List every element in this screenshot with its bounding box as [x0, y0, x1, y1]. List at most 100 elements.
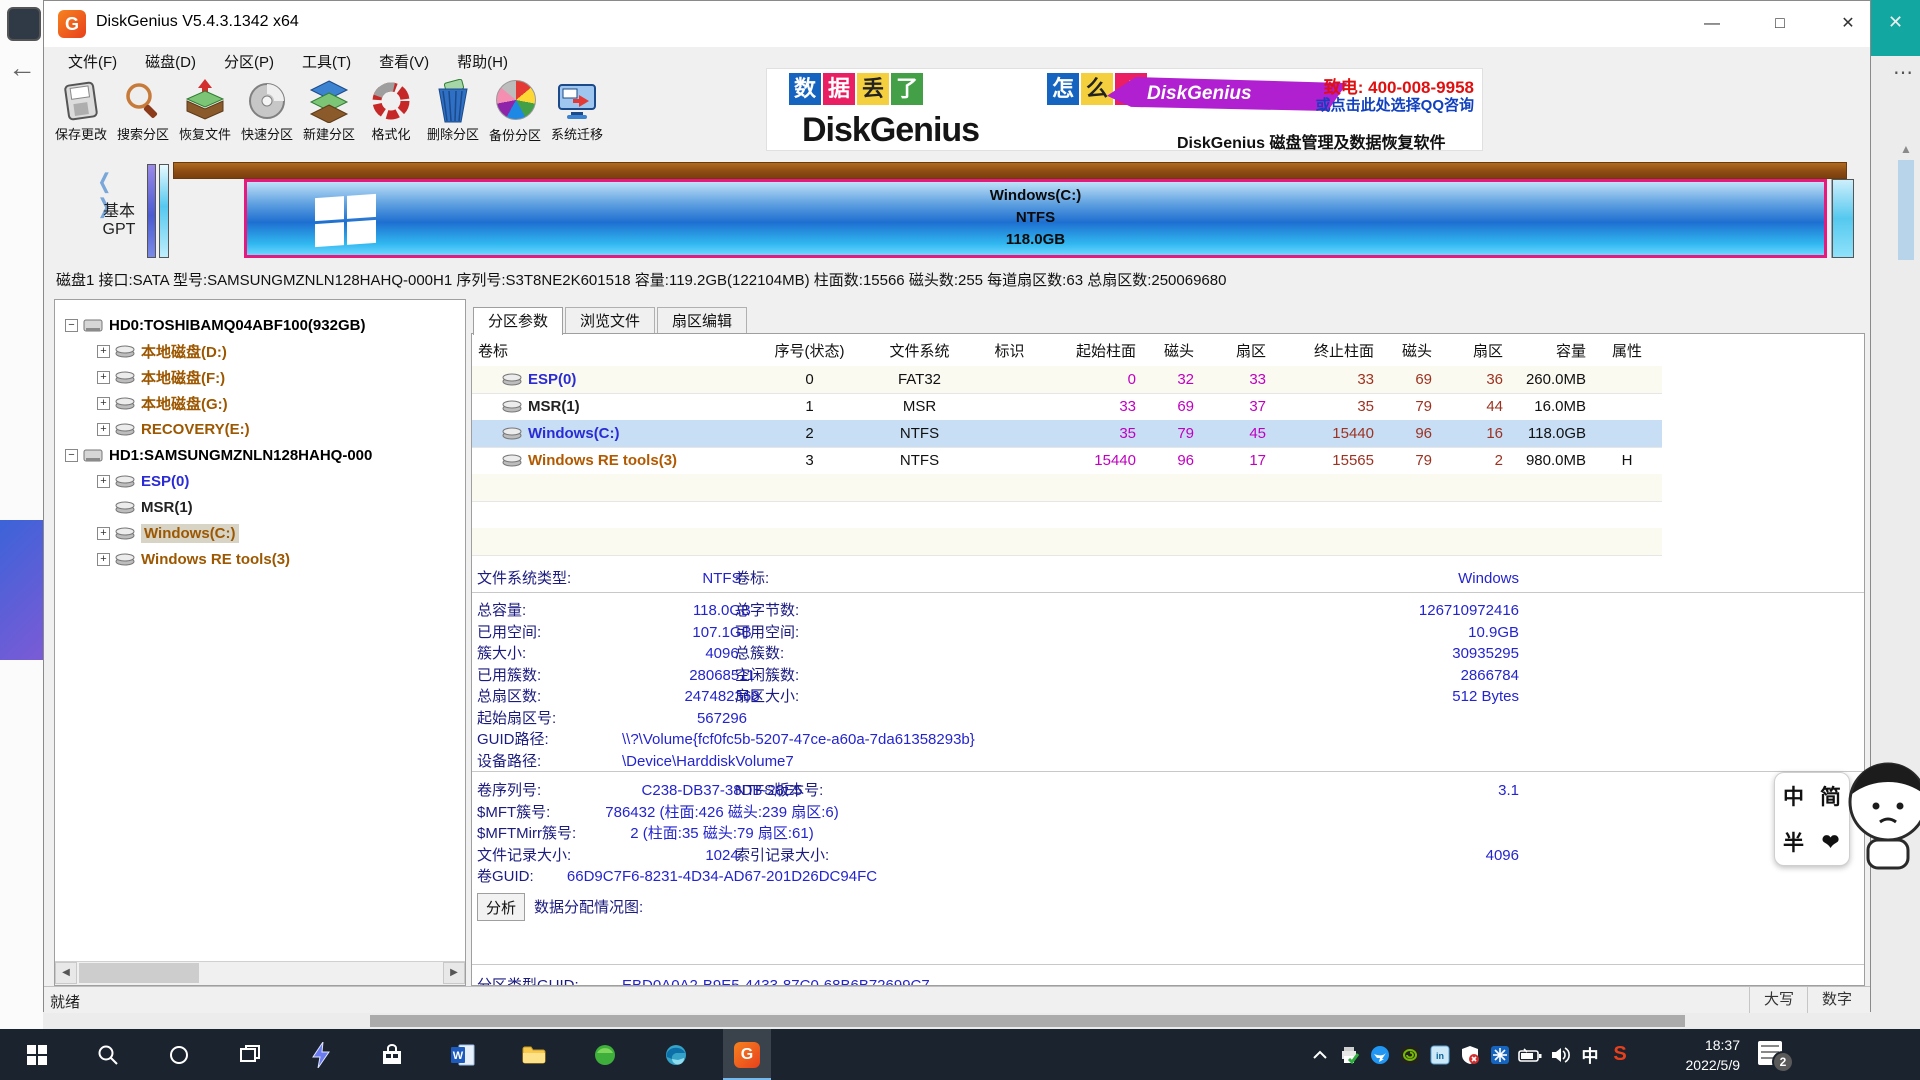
tray-battery-icon[interactable] — [1516, 1029, 1544, 1080]
partition-sliver-msr[interactable] — [159, 164, 169, 258]
collapse-icon[interactable]: − — [65, 319, 78, 332]
detail-value: 118.0GB — [562, 600, 882, 622]
menu-item-5[interactable]: 帮助(H) — [443, 51, 522, 72]
scrollbar-up-icon[interactable]: ▲ — [1900, 142, 1912, 156]
taskbar-store-icon[interactable] — [368, 1029, 416, 1080]
taskbar-start-icon[interactable] — [13, 1029, 61, 1080]
taskbar-clock[interactable]: 18:37 2022/5/9 — [1650, 1035, 1740, 1075]
tree-item-4[interactable]: +RECOVERY(E:) — [97, 416, 250, 442]
column-header-4[interactable]: 起始柱面 — [1042, 338, 1142, 366]
tree-item-6[interactable]: +ESP(0) — [97, 468, 189, 494]
analyze-button[interactable]: 分析 — [477, 893, 525, 921]
banner-qq-link[interactable]: 或点击此处选择QQ咨询 — [1316, 94, 1474, 115]
tree-item-9[interactable]: +Windows RE tools(3) — [97, 546, 290, 572]
tray-snowflake-icon[interactable] — [1486, 1029, 1514, 1080]
tray-volume-icon[interactable] — [1546, 1029, 1574, 1080]
menu-item-1[interactable]: 磁盘(D) — [131, 51, 210, 72]
tray-printer-icon[interactable] — [1336, 1029, 1364, 1080]
tree-item-2[interactable]: +本地磁盘(F:) — [97, 364, 225, 390]
tray-dingtalk-icon[interactable] — [1366, 1029, 1394, 1080]
cell-9: 44 — [1438, 393, 1509, 420]
table-row[interactable]: Windows(C:)2NTFS357945154409616118.0GB — [472, 420, 1662, 448]
column-header-9[interactable]: 扇区 — [1438, 338, 1509, 366]
partition-sliver-esp[interactable] — [147, 164, 156, 258]
maximize-button[interactable]: □ — [1757, 1, 1803, 47]
minimize-button[interactable]: — — [1689, 1, 1735, 47]
column-header-6[interactable]: 扇区 — [1200, 338, 1272, 366]
toolbar-delete-partition[interactable]: 删除分区 — [422, 77, 484, 151]
background-scrollbar-thumb[interactable] — [1898, 160, 1914, 260]
disk-icon — [83, 447, 103, 464]
tray-security-shield-icon[interactable] — [1456, 1029, 1484, 1080]
partition-guid-label: 分区类型GUID: — [477, 975, 579, 986]
background-close-icon[interactable]: ✕ — [1888, 12, 1903, 33]
expand-icon[interactable]: + — [97, 527, 110, 540]
background-more-icon[interactable]: ⋯ — [1893, 60, 1914, 85]
taskbar-file-explorer-icon[interactable] — [510, 1029, 558, 1080]
tab-1[interactable]: 浏览文件 — [565, 307, 655, 335]
tray-intel-icon[interactable]: in — [1426, 1029, 1454, 1080]
toolbar-save[interactable]: 保存更改 — [50, 77, 112, 151]
expand-icon[interactable]: + — [97, 553, 110, 566]
tree-item-7[interactable]: MSR(1) — [97, 494, 193, 520]
expand-icon[interactable]: + — [97, 397, 110, 410]
toolbar-format[interactable]: 格式化 — [360, 77, 422, 151]
menu-item-3[interactable]: 工具(T) — [288, 51, 365, 72]
taskbar-diskgenius-icon[interactable]: G — [723, 1029, 771, 1080]
notification-icon[interactable]: 2 — [1758, 1041, 1788, 1067]
tray-nvidia-icon[interactable] — [1396, 1029, 1424, 1080]
taskbar-task-view-icon[interactable] — [226, 1029, 274, 1080]
toolbar-system-migrate[interactable]: 系统迁移 — [546, 77, 608, 151]
tree-item-8[interactable]: +Windows(C:) — [97, 520, 239, 546]
tree-item-3[interactable]: +本地磁盘(G:) — [97, 390, 228, 416]
tab-2[interactable]: 扇区编辑 — [657, 307, 747, 335]
taskbar-green-browser-icon[interactable] — [581, 1029, 629, 1080]
background-hscrollbar-thumb[interactable] — [370, 1015, 1685, 1027]
tree-item-0[interactable]: −HD0:TOSHIBAMQ04ABF100(932GB) — [65, 312, 365, 338]
tree-item-5[interactable]: −HD1:SAMSUNGMZNLN128HAHQ-000 — [65, 442, 372, 468]
column-header-1[interactable]: 序号(状态) — [757, 338, 862, 366]
scroll-right-icon[interactable]: ▶ — [443, 962, 465, 984]
taskbar-search-icon[interactable] — [84, 1029, 132, 1080]
taskbar-cortana-icon[interactable] — [155, 1029, 203, 1080]
ad-banner[interactable]: 数据丢了怎么! DiskGenius DiskGenius 致电: 400-00… — [766, 68, 1483, 151]
expand-icon[interactable]: + — [97, 423, 110, 436]
menu-item-4[interactable]: 查看(V) — [365, 51, 443, 72]
tray-ime-zh-indicator[interactable]: 中 — [1576, 1029, 1604, 1080]
table-row[interactable]: ESP(0)0FAT3203233336936260.0MB — [472, 366, 1662, 394]
taskbar-edge-icon[interactable] — [652, 1029, 700, 1080]
table-row[interactable]: Windows RE tools(3)3NTFS1544096171556579… — [472, 447, 1662, 475]
menu-item-0[interactable]: 文件(F) — [54, 51, 131, 72]
tree-item-1[interactable]: +本地磁盘(D:) — [97, 338, 227, 364]
expand-icon[interactable]: + — [97, 475, 110, 488]
collapse-icon[interactable]: − — [65, 449, 78, 462]
toolbar-recover-files[interactable]: 恢复文件 — [174, 77, 236, 151]
toolbar-new-partition[interactable]: 新建分区 — [298, 77, 360, 151]
tray-s-app-icon[interactable]: S — [1606, 1029, 1634, 1080]
column-header-0[interactable]: 卷标 — [472, 338, 757, 366]
menu-item-2[interactable]: 分区(P) — [210, 51, 288, 72]
partition-sliver-re-tools[interactable] — [1832, 179, 1854, 258]
column-header-7[interactable]: 终止柱面 — [1272, 338, 1380, 366]
tree-hscrollbar-thumb[interactable] — [79, 963, 199, 983]
column-header-5[interactable]: 磁头 — [1142, 338, 1200, 366]
expand-icon[interactable]: + — [97, 345, 110, 358]
scroll-left-icon[interactable]: ◀ — [55, 962, 77, 984]
tray-chevron-up-icon[interactable] — [1306, 1029, 1334, 1080]
column-header-3[interactable]: 标识 — [977, 338, 1042, 366]
back-arrow-icon[interactable]: ← — [8, 52, 36, 84]
column-header-11[interactable]: 属性 — [1592, 338, 1662, 366]
close-button[interactable]: ✕ — [1825, 1, 1871, 47]
toolbar-backup-partition[interactable]: 备份分区 — [484, 77, 546, 151]
table-row[interactable]: MSR(1)1MSR33693735794416.0MB — [472, 393, 1662, 421]
taskbar-bolt-app-icon[interactable] — [297, 1029, 345, 1080]
taskbar-word-icon[interactable]: W — [439, 1029, 487, 1080]
toolbar-search-partition[interactable]: 搜索分区 — [112, 77, 174, 151]
tab-0[interactable]: 分区参数 — [473, 307, 563, 335]
column-header-10[interactable]: 容量 — [1509, 338, 1592, 366]
toolbar-quick-partition[interactable]: 快速分区 — [236, 77, 298, 151]
column-header-8[interactable]: 磁头 — [1380, 338, 1438, 366]
expand-icon[interactable]: + — [97, 371, 110, 384]
column-header-2[interactable]: 文件系统 — [862, 338, 977, 366]
selected-partition-block[interactable]: Windows(C:) NTFS 118.0GB — [244, 179, 1827, 258]
